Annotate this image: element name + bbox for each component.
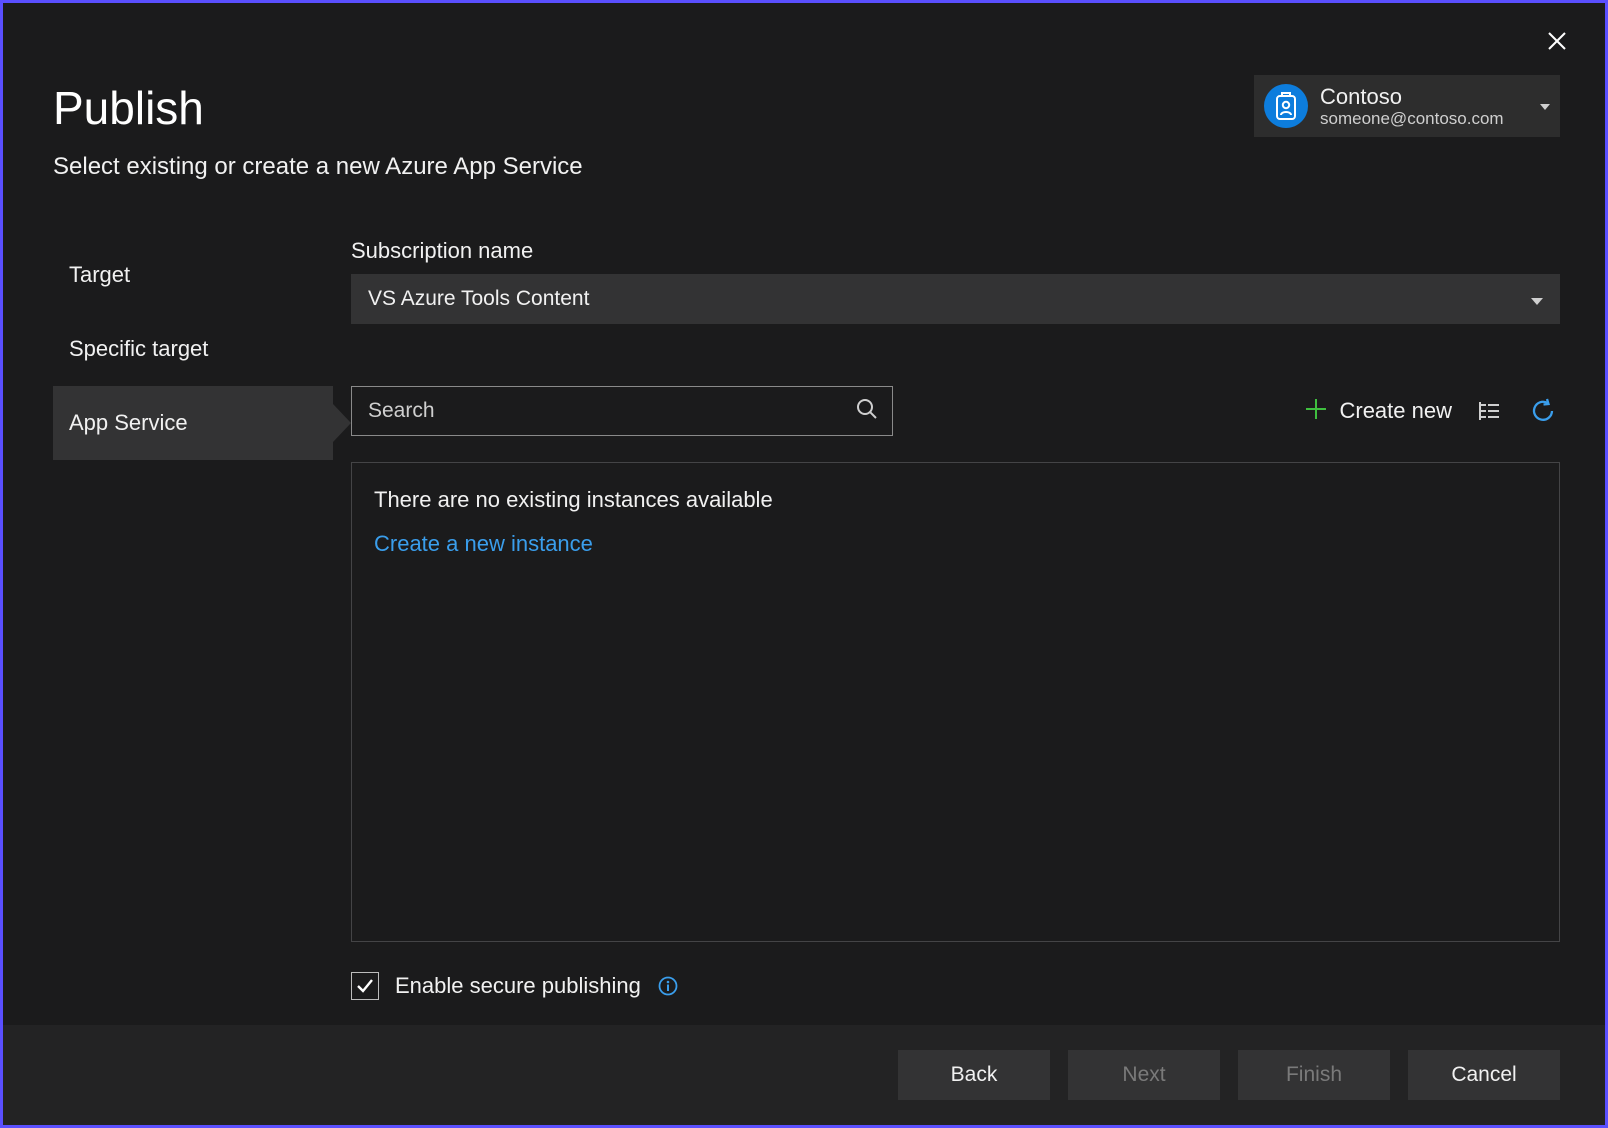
search-icon xyxy=(856,398,878,425)
account-selector[interactable]: Contoso someone@contoso.com xyxy=(1254,75,1560,137)
check-icon xyxy=(356,977,374,995)
create-instance-link[interactable]: Create a new instance xyxy=(374,531,593,557)
secure-publishing-label: Enable secure publishing xyxy=(395,973,641,999)
subscription-value: VS Azure Tools Content xyxy=(368,287,589,311)
close-icon xyxy=(1547,31,1567,51)
page-title: Publish xyxy=(53,81,583,135)
wizard-steps: Target Specific target App Service xyxy=(53,238,333,460)
step-app-service[interactable]: App Service xyxy=(53,386,333,460)
cancel-button[interactable]: Cancel xyxy=(1408,1050,1560,1100)
step-label: Specific target xyxy=(69,336,208,362)
tree-icon xyxy=(1477,399,1501,423)
close-button[interactable] xyxy=(1539,23,1575,59)
account-email: someone@contoso.com xyxy=(1320,109,1504,129)
tree-view-button[interactable] xyxy=(1472,394,1506,428)
back-button[interactable]: Back xyxy=(898,1050,1050,1100)
empty-instances-message: There are no existing instances availabl… xyxy=(374,487,1537,513)
search-box[interactable] xyxy=(351,386,893,436)
next-button: Next xyxy=(1068,1050,1220,1100)
button-label: Back xyxy=(951,1063,998,1087)
dialog-footer: Back Next Finish Cancel xyxy=(3,1025,1605,1125)
subscription-label: Subscription name xyxy=(351,238,1560,264)
page-subtitle: Select existing or create a new Azure Ap… xyxy=(53,153,583,181)
step-specific-target[interactable]: Specific target xyxy=(53,312,333,386)
plus-icon xyxy=(1305,396,1327,427)
search-row: Create new xyxy=(351,386,1560,436)
button-label: Next xyxy=(1122,1063,1165,1087)
refresh-icon xyxy=(1530,398,1556,424)
create-new-button[interactable]: Create new xyxy=(1305,396,1452,427)
account-labels: Contoso someone@contoso.com xyxy=(1320,84,1504,129)
step-label: Target xyxy=(69,262,130,288)
secure-publishing-checkbox[interactable] xyxy=(351,972,379,1000)
button-label: Cancel xyxy=(1451,1063,1516,1087)
step-target[interactable]: Target xyxy=(53,238,333,312)
main-column: Subscription name VS Azure Tools Content xyxy=(351,238,1560,1000)
info-icon[interactable] xyxy=(657,975,679,997)
search-input[interactable] xyxy=(366,398,856,424)
finish-button: Finish xyxy=(1238,1050,1390,1100)
heading: Publish Select existing or create a new … xyxy=(53,81,583,181)
account-dropdown-caret xyxy=(1532,97,1550,115)
account-org: Contoso xyxy=(1320,84,1504,109)
subscription-dropdown[interactable]: VS Azure Tools Content xyxy=(351,274,1560,324)
badge-icon xyxy=(1273,91,1299,121)
refresh-button[interactable] xyxy=(1526,394,1560,428)
chevron-down-icon xyxy=(1540,104,1550,110)
step-label: App Service xyxy=(69,410,188,436)
button-label: Finish xyxy=(1286,1063,1342,1087)
publish-dialog: Contoso someone@contoso.com Publish Sele… xyxy=(0,0,1608,1128)
chevron-down-icon xyxy=(1531,287,1543,311)
create-new-label: Create new xyxy=(1339,398,1452,424)
secure-publishing-row: Enable secure publishing xyxy=(351,972,1560,1000)
account-avatar xyxy=(1264,84,1308,128)
instances-panel: There are no existing instances availabl… xyxy=(351,462,1560,942)
